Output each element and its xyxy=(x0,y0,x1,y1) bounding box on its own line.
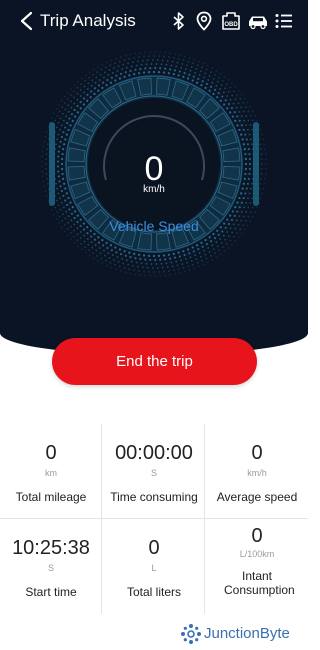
stat-total-mileage: 0 km Total mileage xyxy=(0,424,102,519)
brand-logo: JunctionByte xyxy=(180,623,308,645)
stat-unit: km xyxy=(45,468,57,478)
speed-value: 0 xyxy=(144,150,164,188)
stat-unit: S xyxy=(150,468,157,478)
trip-stats-grid: 0 km Total mileage 00:00:00 S Time consu… xyxy=(0,424,308,614)
stat-unit: S xyxy=(47,563,54,573)
stat-unit: km/h xyxy=(247,468,267,478)
stat-label: Start time xyxy=(25,585,77,599)
stat-value: 00:00:00 xyxy=(115,442,193,464)
stat-value: 0 xyxy=(148,537,160,559)
stat-unit: L/100km xyxy=(239,549,275,559)
bluetooth-icon[interactable] xyxy=(168,10,190,32)
end-trip-button[interactable]: End the trip xyxy=(52,338,257,385)
stat-label: Total mileage xyxy=(15,490,87,504)
obd-icon-label: OBD xyxy=(224,22,238,28)
app-header: Trip Analysis OBD xyxy=(0,0,308,42)
junction-icon xyxy=(181,624,201,644)
obd-icon[interactable]: OBD xyxy=(220,10,242,32)
location-icon[interactable] xyxy=(193,10,215,32)
brand-name: JunctionByte xyxy=(204,625,290,642)
stat-average-speed: 0 km/h Average speed xyxy=(206,424,308,519)
speed-unit: km/h xyxy=(143,184,165,195)
grid-divider xyxy=(0,518,308,519)
stat-label: Time consuming xyxy=(110,490,198,504)
grid-divider xyxy=(101,424,102,614)
stat-value: 10:25:38 xyxy=(12,537,90,559)
stat-value: 0 xyxy=(251,442,263,464)
page-title: Trip Analysis xyxy=(40,11,136,30)
back-icon[interactable] xyxy=(18,11,36,31)
stat-label: Average speed xyxy=(216,490,298,504)
stat-time-consuming: 00:00:00 S Time consuming xyxy=(103,424,205,519)
stat-unit: L xyxy=(151,563,157,573)
stat-label: Total liters xyxy=(126,585,182,599)
stat-value: 0 xyxy=(251,525,263,547)
stat-total-liters: 0 L Total liters xyxy=(103,519,205,614)
stat-start-time: 10:25:38 S Start time xyxy=(0,519,102,614)
stat-value: 0 xyxy=(45,442,57,464)
dashboard-panel: Trip Analysis OBD 0 km/h Vehicle Speed xyxy=(0,0,308,355)
list-icon[interactable] xyxy=(273,10,295,32)
stat-instant-consumption: 0 L/100km Intant Consumption xyxy=(206,519,308,614)
grid-divider xyxy=(204,424,205,614)
speed-label: Vehicle Speed xyxy=(109,218,199,234)
car-icon[interactable] xyxy=(247,10,269,32)
stat-label: Intant Consumption xyxy=(224,569,295,597)
